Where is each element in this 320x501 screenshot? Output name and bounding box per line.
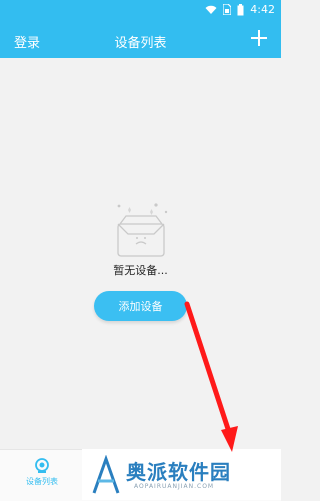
battery-icon	[237, 3, 244, 15]
empty-state: 暂无设备...	[0, 198, 281, 278]
empty-message: 暂无设备...	[113, 264, 168, 277]
camera-icon	[35, 458, 49, 473]
empty-box-icon	[116, 203, 167, 257]
add-device-button-label: 添加设备	[118, 300, 163, 313]
tab-label: 设备列表	[26, 477, 58, 486]
add-device-button[interactable]: 添加设备	[94, 291, 187, 321]
sim-icon	[223, 4, 232, 15]
tab-device-list[interactable]: 设备列表	[18, 458, 66, 487]
status-time: 4:42	[250, 3, 275, 16]
brand-logo-icon	[92, 455, 120, 494]
status-bar: 4:42	[0, 0, 281, 22]
watermark: 奥派软件园 AOPAIRUANJIAN.COM	[82, 449, 281, 500]
page-title: 设备列表	[114, 36, 167, 51]
plus-icon[interactable]	[249, 28, 269, 48]
watermark-subtitle: AOPAIRUANJIAN.COM	[134, 483, 215, 490]
wifi-icon	[205, 5, 217, 14]
watermark-brand: 奥派软件园	[126, 460, 231, 484]
app-bar: 登录 设备列表	[0, 22, 281, 58]
